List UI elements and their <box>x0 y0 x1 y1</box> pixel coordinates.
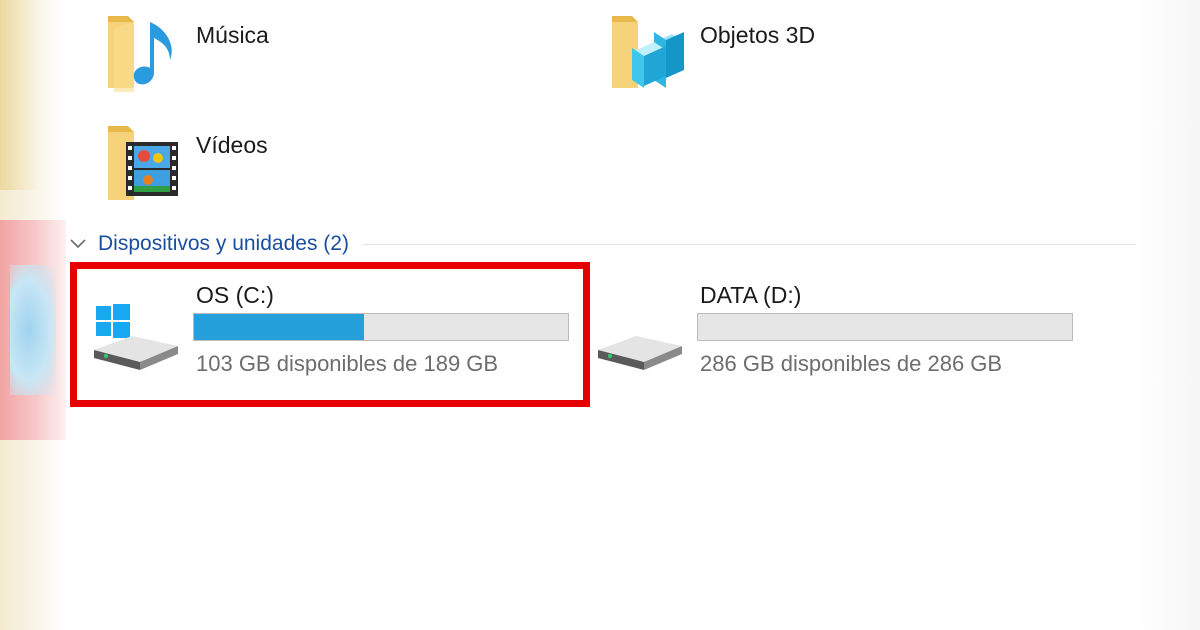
drive-usage-bar <box>697 313 1073 341</box>
folder-label: Vídeos <box>196 132 268 158</box>
highlight-box <box>70 262 590 407</box>
drive-item-data-d[interactable]: DATA (D:) 286 GB disponibles de 286 GB <box>596 272 1086 392</box>
folder-label: Música <box>196 22 269 48</box>
videos-folder-icon <box>108 126 178 200</box>
drive-name: DATA (D:) <box>700 282 802 308</box>
drive-free-space: 286 GB disponibles de 286 GB <box>700 351 1003 376</box>
background-blur <box>10 265 56 395</box>
hard-drive-icon <box>598 336 682 370</box>
folder-item-videos[interactable]: Vídeos <box>104 122 404 212</box>
chevron-down-icon[interactable] <box>68 234 88 254</box>
folder-item-objetos-3d[interactable]: Objetos 3D <box>608 12 908 102</box>
folder-label: Objetos 3D <box>700 22 816 48</box>
background-window-strip <box>0 0 66 630</box>
music-folder-icon <box>108 16 172 92</box>
folder-item-musica[interactable]: Música <box>104 12 404 102</box>
3d-objects-folder-icon <box>612 16 684 88</box>
group-divider <box>362 243 1136 245</box>
devices-group-title: Dispositivos y unidades (2) <box>98 232 349 255</box>
devices-group-header[interactable]: Dispositivos y unidades (2) <box>68 229 1136 259</box>
background-blur <box>0 0 40 190</box>
right-edge-fade <box>1136 0 1200 630</box>
